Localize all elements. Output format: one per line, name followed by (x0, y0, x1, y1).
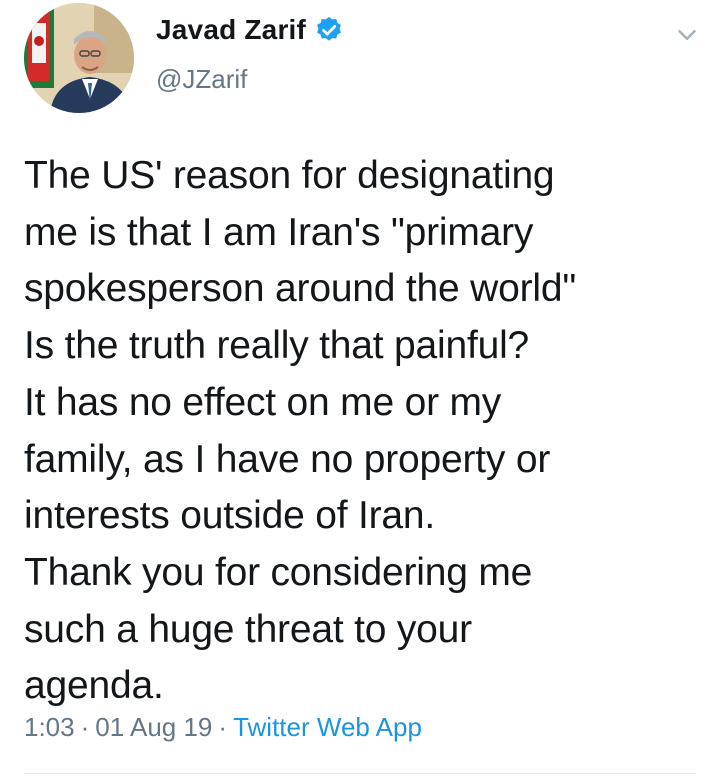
tweet-time[interactable]: 1:03 (24, 712, 75, 742)
display-name[interactable]: Javad Zarif (156, 14, 306, 46)
avatar-photo (24, 3, 134, 113)
tweet-text: The US' reason for designating me is tha… (24, 154, 577, 708)
author-block: Javad Zarif @JZarif (156, 14, 344, 95)
tweet-date[interactable]: 01 Aug 19 (95, 712, 212, 742)
meta-separator: · (80, 712, 90, 742)
chevron-down-icon[interactable] (672, 20, 702, 50)
tweet-card: Javad Zarif @JZarif The US' reason for d… (0, 0, 720, 776)
tweet-source-link[interactable]: Twitter Web App (233, 712, 422, 742)
verified-badge-icon (314, 15, 344, 45)
meta-separator: · (218, 712, 228, 742)
name-row: Javad Zarif (156, 14, 344, 46)
divider (24, 773, 696, 774)
avatar[interactable] (24, 3, 134, 113)
tweet-meta: 1:03 · 01 Aug 19 · Twitter Web App (24, 712, 422, 743)
user-handle[interactable]: @JZarif (156, 64, 344, 95)
